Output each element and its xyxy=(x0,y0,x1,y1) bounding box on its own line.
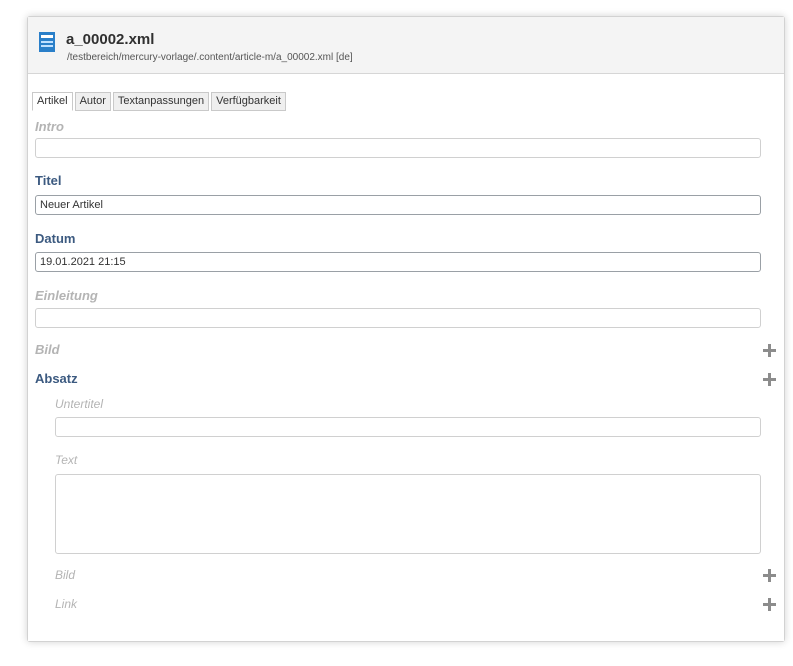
file-title: a_00002.xml xyxy=(66,31,155,48)
tab-artikel[interactable]: Artikel xyxy=(32,92,73,111)
text-label: Text xyxy=(55,453,78,467)
xml-content-editor: a_00002.xml /testbereich/mercury-vorlage… xyxy=(27,16,785,642)
intro-label: Intro xyxy=(35,119,64,134)
add-absatz-bild-plus-icon[interactable] xyxy=(763,569,776,582)
einleitung-label: Einleitung xyxy=(35,288,98,303)
titel-input[interactable]: Neuer Artikel xyxy=(35,195,761,215)
text-textarea[interactable] xyxy=(55,474,761,554)
untertitel-input[interactable] xyxy=(55,417,761,437)
tab-verfuegbarkeit[interactable]: Verfügbarkeit xyxy=(211,92,286,111)
einleitung-input[interactable] xyxy=(35,308,761,328)
absatz-bild-label: Bild xyxy=(55,568,76,582)
tab-bar: Artikel Autor Textanpassungen Verfügbark… xyxy=(32,92,288,111)
untertitel-label: Untertitel xyxy=(55,397,104,411)
add-absatz-plus-icon[interactable] xyxy=(763,373,776,386)
editor-body: Artikel Autor Textanpassungen Verfügbark… xyxy=(28,74,784,641)
bild-label: Bild xyxy=(35,342,60,357)
add-bild-plus-icon[interactable] xyxy=(763,344,776,357)
titel-label: Titel xyxy=(35,173,62,188)
datum-input[interactable]: 19.01.2021 21:15 xyxy=(35,252,761,272)
tab-autor[interactable]: Autor xyxy=(74,92,111,111)
xml-file-icon xyxy=(39,32,55,52)
absatz-link-label: Link xyxy=(55,597,78,611)
tab-textanpassungen[interactable]: Textanpassungen xyxy=(112,92,210,111)
datum-label: Datum xyxy=(35,231,76,246)
editor-header: a_00002.xml /testbereich/mercury-vorlage… xyxy=(28,17,784,74)
file-path: /testbereich/mercury-vorlage/.content/ar… xyxy=(67,52,353,63)
intro-input[interactable] xyxy=(35,138,761,158)
absatz-label: Absatz xyxy=(35,371,78,386)
add-absatz-link-plus-icon[interactable] xyxy=(763,598,776,611)
